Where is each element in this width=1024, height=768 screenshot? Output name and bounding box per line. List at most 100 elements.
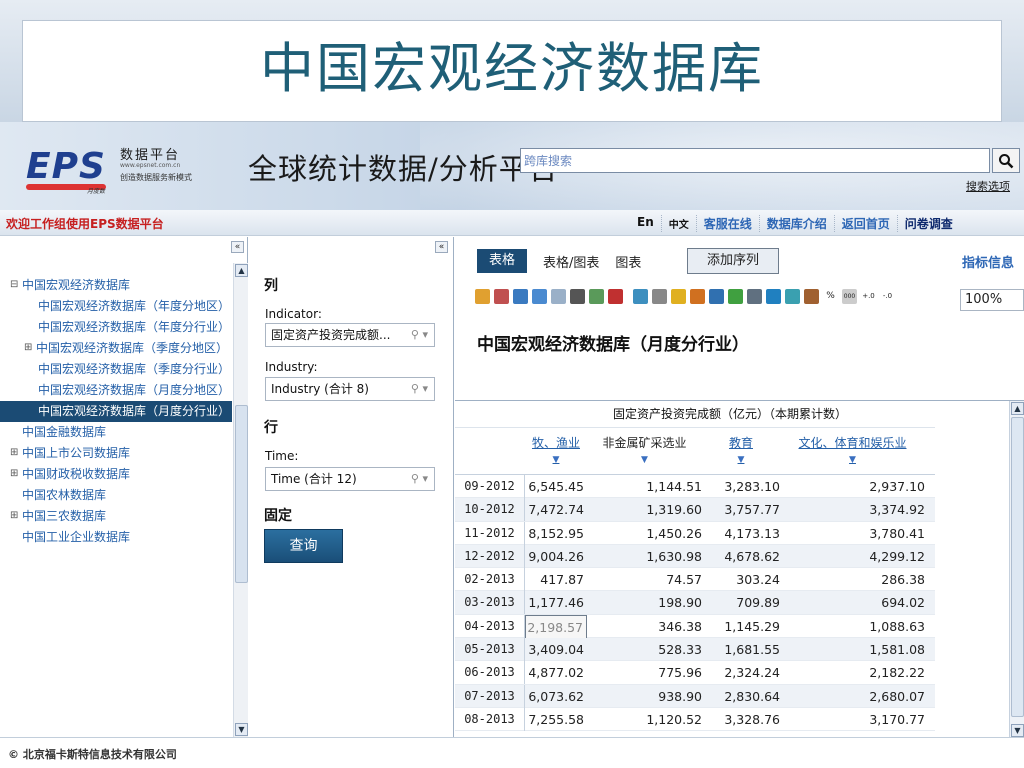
table-cell[interactable]: 7,472.74 — [525, 498, 587, 521]
table-cell[interactable]: 528.33 — [587, 638, 702, 661]
tab-chart[interactable]: 图表 — [615, 252, 641, 271]
col-header-education[interactable]: 教育 ▼ — [702, 434, 780, 465]
tree-item[interactable]: ⊞ 中国财政税收数据库 — [0, 464, 232, 485]
table-cell[interactable]: 3,328.76 — [702, 708, 780, 731]
sort-icon[interactable] — [728, 289, 743, 304]
table-cell[interactable]: 417.87 — [525, 568, 587, 591]
tree-item[interactable]: 中国宏观经济数据库（季度分行业） — [0, 359, 232, 380]
table-cell[interactable]: 1,177.46 — [525, 591, 587, 614]
nav-db-intro[interactable]: 数据库介绍 — [758, 215, 834, 232]
table-cell[interactable]: 4,299.12 — [780, 545, 925, 568]
transpose-icon[interactable] — [652, 289, 667, 304]
expand-node-icon[interactable]: ⊞ — [10, 508, 22, 524]
collapse-node-icon[interactable]: ⊟ — [10, 277, 22, 293]
collapse-dimension-button[interactable]: « — [435, 241, 448, 253]
sort-down-icon[interactable]: ▼ — [525, 455, 587, 465]
grid-scrollbar[interactable]: ▲ ▼ — [1009, 401, 1024, 738]
tree-item[interactable]: 中国宏观经济数据库（年度分行业） — [0, 317, 232, 338]
save-icon[interactable] — [494, 289, 509, 304]
table-cell[interactable]: 1,120.52 — [587, 708, 702, 731]
table-cell[interactable]: 1,319.60 — [587, 498, 702, 521]
sort-down-icon[interactable]: ▼ — [587, 455, 702, 465]
refresh-icon[interactable] — [513, 289, 528, 304]
table-cell[interactable]: 9,004.26 — [525, 545, 587, 568]
sort-down-icon[interactable]: ▼ — [702, 455, 780, 465]
table-cell[interactable]: 286.38 — [780, 568, 925, 591]
table-cell[interactable]: 2,830.64 — [702, 685, 780, 708]
indicator-info-link[interactable]: 指标信息 — [962, 252, 1014, 271]
nav-customer-service[interactable]: 客服在线 — [695, 215, 759, 232]
table-cell[interactable]: 198.90 — [587, 591, 702, 614]
table-cell[interactable]: 709.89 — [702, 591, 780, 614]
table-cell[interactable]: 1,144.51 — [587, 475, 702, 498]
table-cell[interactable]: 346.38 — [587, 615, 702, 638]
tree-scrollbar[interactable]: ▲ ▼ — [233, 263, 248, 737]
tree-item[interactable]: 中国工业企业数据库 — [0, 527, 232, 548]
industry-select[interactable]: Industry (合计 8) ⚲ ▾ — [265, 377, 435, 401]
expand-node-icon[interactable]: ⊞ — [10, 445, 22, 461]
table-cell[interactable]: 775.96 — [587, 661, 702, 684]
tab-table-chart[interactable]: 表格/图表 — [543, 252, 599, 271]
sort-down-icon[interactable]: ▼ — [780, 455, 925, 465]
nav-survey[interactable]: 问卷调查 — [896, 215, 960, 232]
tree-item[interactable]: 中国农林数据库 — [0, 485, 232, 506]
nav-home[interactable]: 返回首页 — [833, 215, 897, 232]
highlight-icon[interactable] — [671, 289, 686, 304]
pdf-icon[interactable] — [608, 289, 623, 304]
redo-icon[interactable] — [551, 289, 566, 304]
table-cell[interactable]: 6,545.45 — [525, 475, 587, 498]
tab-table[interactable]: 表格 — [477, 249, 528, 273]
tree-item[interactable]: 中国宏观经济数据库（月度分行业） — [0, 401, 232, 422]
table-cell[interactable]: 4,678.62 — [702, 545, 780, 568]
table-cell[interactable]: 2,198.57 — [525, 614, 587, 640]
table-cell[interactable]: 1,581.08 — [780, 638, 925, 661]
nav-chinese[interactable]: 中文 — [660, 215, 696, 232]
tree-item[interactable]: ⊞ 中国上市公司数据库 — [0, 443, 232, 464]
settings-icon[interactable] — [804, 289, 819, 304]
col-header-nonmetal-mining[interactable]: 非金属矿采选业 ▼ — [587, 434, 702, 465]
table-cell[interactable]: 1,630.98 — [587, 545, 702, 568]
excel-icon[interactable] — [589, 289, 604, 304]
print-icon[interactable] — [570, 289, 585, 304]
table-cell[interactable]: 3,780.41 — [780, 522, 925, 545]
percent-icon[interactable]: % — [823, 289, 838, 304]
percent-change-icon[interactable] — [785, 289, 800, 304]
table-cell[interactable]: 4,173.13 — [702, 522, 780, 545]
columns-icon[interactable] — [709, 289, 724, 304]
col-header-animal-fishery[interactable]: 牧、渔业 ▼ — [525, 434, 587, 465]
grid-icon[interactable] — [690, 289, 705, 304]
table-cell[interactable]: 1,450.26 — [587, 522, 702, 545]
table-cell[interactable]: 1,681.55 — [702, 638, 780, 661]
tree-item[interactable]: ⊞ 中国三农数据库 — [0, 506, 232, 527]
tree-item[interactable]: 中国宏观经济数据库（年度分地区） — [0, 296, 232, 317]
tree-item[interactable]: 中国金融数据库 — [0, 422, 232, 443]
scroll-down-icon[interactable]: ▼ — [235, 723, 248, 736]
freeze-icon[interactable] — [766, 289, 781, 304]
table-cell[interactable]: 3,374.92 — [780, 498, 925, 521]
tree-item[interactable]: ⊞ 中国宏观经济数据库（季度分地区） — [0, 338, 232, 359]
table-cell[interactable]: 938.90 — [587, 685, 702, 708]
tree-item[interactable]: ⊟ 中国宏观经济数据库 — [0, 275, 232, 296]
scroll-down-icon[interactable]: ▼ — [1011, 724, 1024, 737]
decrease-decimal-icon[interactable]: -.0 — [880, 289, 895, 304]
collapse-tree-button[interactable]: « — [231, 241, 244, 253]
table-cell[interactable]: 7,255.58 — [525, 708, 587, 731]
table-cell[interactable]: 2,937.10 — [780, 475, 925, 498]
table-cell[interactable]: 1,145.29 — [702, 615, 780, 638]
layout-icon[interactable] — [633, 289, 648, 304]
tree-item[interactable]: 中国宏观经济数据库（月度分地区） — [0, 380, 232, 401]
calc-icon[interactable] — [747, 289, 762, 304]
increase-decimal-icon[interactable]: +.0 — [861, 289, 876, 304]
table-cell[interactable]: 1,088.63 — [780, 615, 925, 638]
col-header-culture-sports[interactable]: 文化、体育和娱乐业 ▼ — [780, 434, 925, 465]
expand-node-icon[interactable]: ⊞ — [24, 340, 36, 356]
scroll-thumb[interactable] — [235, 405, 248, 583]
search-options-link[interactable]: 搜索选项 — [966, 178, 1010, 194]
query-button[interactable]: 查询 — [264, 529, 343, 563]
time-select[interactable]: Time (合计 12) ⚲ ▾ — [265, 467, 435, 491]
table-cell[interactable]: 3,170.77 — [780, 708, 925, 731]
table-cell[interactable]: 74.57 — [587, 568, 702, 591]
table-cell[interactable]: 6,073.62 — [525, 685, 587, 708]
table-cell[interactable]: 2,182.22 — [780, 661, 925, 684]
thousands-icon[interactable]: 000 — [842, 289, 857, 304]
